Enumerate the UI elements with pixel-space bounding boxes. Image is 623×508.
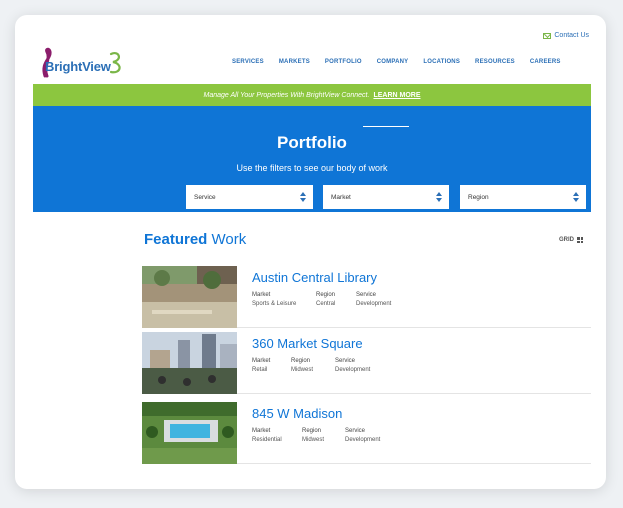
select-arrows-icon [573,192,579,202]
meta-label: Service [335,358,356,364]
meta-value: Central [316,301,336,307]
project-row[interactable]: 845 W Madison Market Residential Region … [142,402,591,464]
nav-resources[interactable]: RESOURCES [475,59,515,65]
promo-text: Manage All Your Properties With BrightVi… [203,91,370,99]
meta-value: Residential [252,437,282,443]
grid-label: GRID [559,237,574,243]
learn-more-link[interactable]: LEARN MORE [373,92,420,99]
meta-value: Development [356,301,392,307]
meta-region: Region Midwest [302,427,324,445]
promo-banner: Manage All Your Properties With BrightVi… [33,84,591,106]
meta-service: Service Development [345,427,380,445]
project-photo [142,332,237,394]
contact-us-label: Contact Us [554,32,589,39]
market-filter-value: Market [331,193,351,201]
meta-label: Market [252,428,271,434]
web-page: Contact Us BrightView SERVICES MARKETS P… [33,28,591,472]
project-photo [142,402,237,464]
region-filter-select[interactable]: Region [460,185,586,209]
nav-company[interactable]: COMPANY [377,59,409,65]
select-arrows-icon [300,192,306,202]
project-title[interactable]: 845 W Madison [252,406,342,421]
nav-markets[interactable]: MARKETS [279,59,310,65]
nav-portfolio[interactable]: PORTFOLIO [325,59,362,65]
meta-market: Market Residential [252,427,282,445]
meta-label: Service [356,292,377,298]
meta-value: Development [345,437,381,443]
meta-region: Region Midwest [291,357,313,375]
meta-value: Sports & Leisure [252,301,297,307]
meta-value: Midwest [302,437,325,443]
service-filter-select[interactable]: Service [186,185,313,209]
featured-heading-bold: Featured [144,231,208,248]
contact-us-link[interactable]: Contact Us [543,32,589,39]
market-filter-select[interactable]: Market [323,185,449,209]
meta-label: Region [291,358,311,364]
select-arrows-icon [436,192,442,202]
featured-heading-rest: Work [211,231,247,248]
project-row[interactable]: 360 Market Square Market Retail Region M… [142,332,591,394]
meta-service: Service Development [335,357,370,375]
mail-icon [543,32,552,39]
logo-text: BrightView [45,59,111,74]
nav-careers[interactable]: CAREERS [530,59,561,65]
project-title[interactable]: 360 Market Square [252,336,363,351]
page-title: Portfolio [277,133,347,152]
project-photo [142,266,237,328]
meta-market: Market Sports & Leisure [252,291,296,309]
meta-service: Service Development [356,291,391,309]
region-filter-value: Region [468,193,489,201]
portfolio-hero: Portfolio Use the filters to see our bod… [33,106,591,212]
meta-value: Retail [252,367,268,373]
meta-region: Region Central [316,291,335,309]
title-rule [363,126,409,127]
project-row[interactable]: Austin Central Library Market Sports & L… [142,266,591,328]
featured-work-heading: Featured Work [144,231,246,248]
grid-view-toggle[interactable]: GRID [559,237,583,243]
project-title[interactable]: Austin Central Library [252,270,377,285]
meta-label: Market [252,358,271,364]
meta-label: Service [345,428,366,434]
meta-label: Market [252,292,271,298]
meta-value: Midwest [291,367,314,373]
meta-label: Region [302,428,322,434]
grid-icon [577,237,583,243]
meta-market: Market Retail [252,357,270,375]
page-subtitle: Use the filters to see our body of work [236,163,388,173]
meta-label: Region [316,292,336,298]
nav-services[interactable]: SERVICES [232,59,264,65]
service-filter-value: Service [194,193,216,201]
meta-value: Development [335,367,371,373]
brightview-logo[interactable]: BrightView [37,46,127,82]
main-nav: SERVICES MARKETS PORTFOLIO COMPANY LOCAT… [232,59,576,65]
nav-locations[interactable]: LOCATIONS [423,59,460,65]
